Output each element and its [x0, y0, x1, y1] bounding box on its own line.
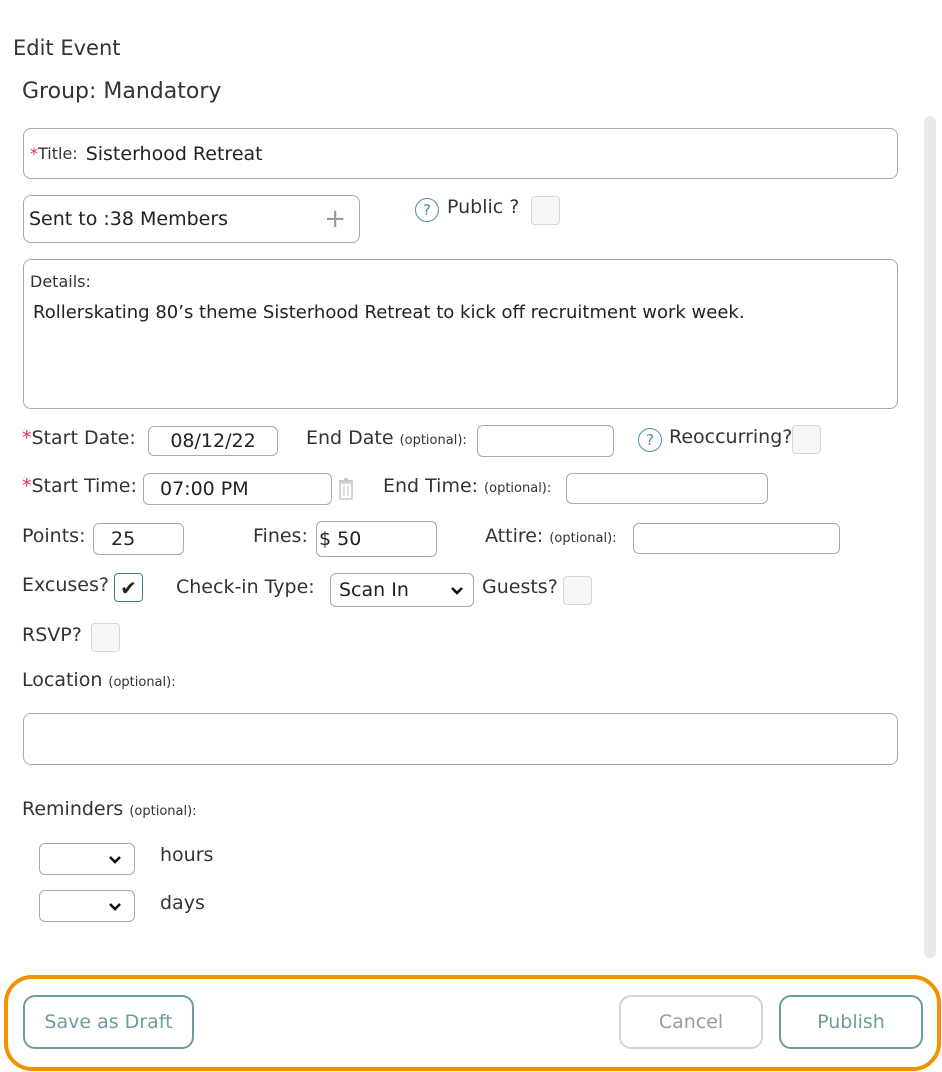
details-label: Details: — [30, 272, 91, 291]
points-label: Points: — [22, 525, 86, 547]
points-input[interactable]: 25 — [93, 523, 184, 555]
checkin-type-select[interactable]: Scan In — [330, 573, 474, 607]
end-time-input[interactable] — [566, 473, 768, 504]
guests-checkbox[interactable] — [563, 576, 592, 605]
public-label: Public ? — [447, 196, 520, 218]
end-date-input[interactable] — [477, 425, 614, 457]
scrollbar[interactable] — [924, 116, 936, 958]
fines-input[interactable]: $ 50 — [316, 521, 437, 557]
chevron-down-icon — [109, 903, 121, 911]
checkin-type-label: Check-in Type: — [176, 576, 315, 598]
attire-input[interactable] — [633, 523, 840, 554]
excuses-checkbox[interactable]: ✔ — [114, 573, 143, 602]
guests-label: Guests? — [482, 576, 558, 598]
chevron-down-icon — [451, 587, 463, 595]
title-field[interactable]: * Title: Sisterhood Retreat — [23, 128, 898, 179]
add-icon[interactable]: + — [324, 204, 346, 234]
start-time-input[interactable]: 07:00 PM — [143, 473, 332, 505]
rsvp-label: RSVP? — [22, 624, 82, 646]
reminder-days-select[interactable] — [39, 890, 135, 922]
start-date-input[interactable]: 08/12/22 — [148, 426, 278, 456]
title-value: Sisterhood Retreat — [85, 142, 263, 165]
attire-label: Attire: (optional): — [485, 525, 617, 547]
details-value: Rollerskating 80’s theme Sisterhood Retr… — [33, 302, 745, 323]
title-label: Title: — [38, 144, 78, 163]
start-time-label: *Start Time: — [22, 475, 137, 497]
location-label: Location (optional): — [22, 669, 176, 691]
chevron-down-icon — [109, 856, 121, 864]
reoccurring-label: Reoccurring? — [669, 426, 793, 448]
rsvp-checkbox[interactable] — [91, 623, 120, 652]
group-value: Mandatory — [103, 79, 222, 104]
hours-label: hours — [160, 844, 214, 866]
sent-to-field[interactable]: Sent to :38 Members + — [23, 195, 360, 243]
days-label: days — [160, 892, 205, 914]
cancel-button[interactable]: Cancel — [619, 995, 763, 1049]
location-input[interactable] — [23, 713, 898, 765]
trash-icon[interactable] — [336, 478, 356, 500]
group-label: Group: — [22, 79, 97, 104]
help-icon[interactable]: ? — [638, 428, 662, 452]
details-field[interactable]: Details: Rollerskating 80’s theme Sister… — [23, 259, 898, 409]
excuses-label: Excuses? — [22, 574, 109, 596]
public-checkbox[interactable] — [531, 196, 560, 225]
reoccurring-checkbox[interactable] — [792, 425, 821, 454]
start-date-label: *Start Date: — [22, 427, 136, 449]
reminder-hours-select[interactable] — [39, 843, 135, 875]
end-date-label: End Date (optional): — [306, 427, 467, 449]
sent-to-label: Sent to :38 Members — [29, 208, 229, 230]
group-line: Group: Mandatory — [22, 79, 221, 104]
publish-button[interactable]: Publish — [779, 995, 923, 1049]
save-draft-button[interactable]: Save as Draft — [23, 995, 194, 1049]
checkmark-icon: ✔ — [120, 575, 137, 600]
reminders-label: Reminders (optional): — [22, 798, 197, 820]
page-title: Edit Event — [13, 36, 121, 60]
help-icon[interactable]: ? — [415, 198, 439, 222]
end-time-label: End Time: (optional): — [383, 475, 552, 497]
fines-label: Fines: — [253, 525, 308, 547]
